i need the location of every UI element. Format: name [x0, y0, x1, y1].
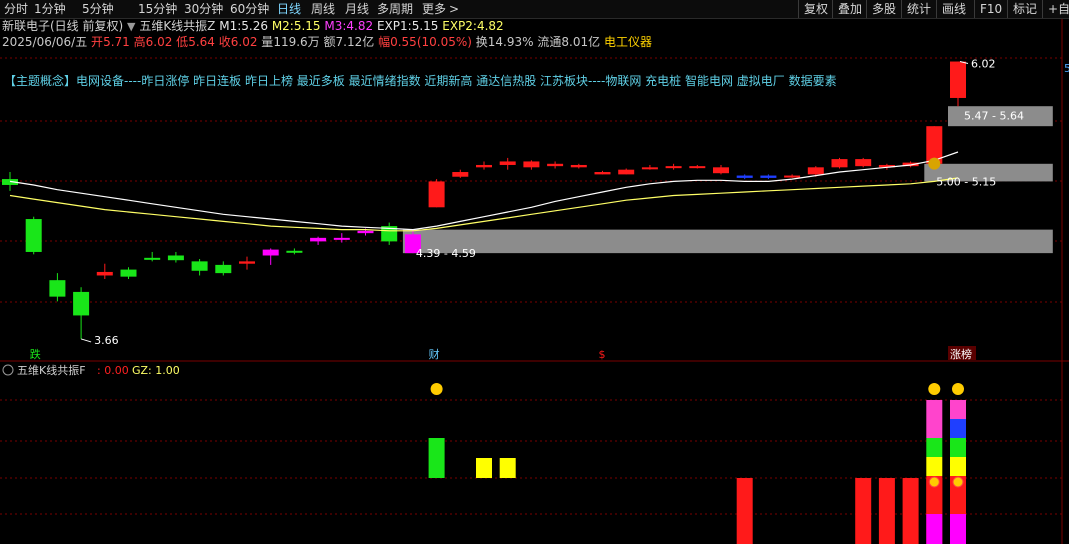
marker-cai: 财: [429, 347, 440, 361]
candle-body: [476, 164, 492, 168]
smiley-icon: [952, 383, 964, 395]
sub-stack-segment: [950, 457, 966, 476]
chart-grid: [0, 19, 1069, 544]
candle-body: [736, 175, 753, 178]
sub-title: 五维K线共振F: [17, 363, 86, 377]
sub-bar-bottom: [736, 478, 753, 544]
sub-stack-segment: [950, 438, 966, 457]
candle-body: [452, 172, 469, 177]
zone-top-label: 5.47 - 5.64: [964, 110, 1024, 123]
candle-body: [144, 257, 161, 260]
sub-collapse-icon: [2, 364, 14, 376]
zone-low-label: 4.39 - 4.59: [416, 247, 476, 260]
sub-stack-segment: [950, 495, 966, 514]
smiley-icon: [928, 383, 941, 395]
candle-body: [594, 172, 611, 175]
sub-stack-segment: [926, 419, 943, 438]
sub-stack-segment: [950, 514, 966, 544]
stock-chart-window: 分时 1分钟 5分钟 15分钟 30分钟 60分钟 日线 周线 月线 多周期 更…: [0, 0, 1069, 544]
sub-bar-bottom: [855, 478, 872, 544]
candle-body: [665, 166, 682, 169]
sub-stack-segment: [926, 495, 943, 514]
zone-mid-label: 5.00 - 5.15: [936, 175, 996, 188]
sub-bar-bottom: [902, 478, 919, 544]
sub-bar-bottom: [878, 478, 895, 544]
candle-body: [689, 166, 706, 169]
sub-bar-top: [428, 438, 445, 478]
marker-zhangbang: 涨榜: [950, 347, 972, 361]
high-price-label: 6.02: [971, 58, 996, 71]
candle-body: [286, 250, 303, 253]
sub-indicator-panel: 五维K线共振F : 0.00 GZ: 1.00: [2, 363, 966, 544]
flower-icon: [928, 476, 940, 488]
sub-bar-top: [499, 458, 516, 478]
candle-body: [547, 163, 564, 167]
money-bag-icon: [928, 157, 941, 170]
candle-body: [262, 249, 279, 256]
candle-body: [523, 161, 540, 168]
candle-body: [239, 261, 255, 264]
candle-body: [784, 175, 801, 178]
candle-body: [499, 161, 516, 165]
candle-body: [831, 159, 848, 168]
candle-body: [120, 269, 137, 277]
sub-stack-segment: [926, 514, 943, 544]
candle-body: [96, 271, 113, 276]
candle-body: [641, 167, 658, 170]
candle-body: [333, 237, 350, 240]
sub-gz-value: GZ: 1.00: [132, 364, 180, 377]
smiley-icon: [430, 383, 443, 395]
low-price-label: 3.66: [94, 334, 119, 347]
candle-body: [950, 61, 966, 98]
sub-bar-top: [476, 458, 492, 478]
candle-body: [73, 291, 90, 316]
candle-body: [49, 280, 66, 297]
candle-body: [760, 175, 777, 178]
flower-icon: [952, 476, 964, 488]
candle-body: [713, 167, 729, 174]
candle-body: [807, 167, 824, 175]
candle-body: [618, 169, 635, 175]
candle-body: [428, 181, 445, 208]
low-price-pointer: [80, 338, 92, 343]
sub-stack-segment: [926, 438, 943, 457]
right-edge-tag: 5: [1064, 62, 1069, 75]
marker-die: 跌: [30, 347, 41, 361]
candle-body: [191, 261, 208, 271]
candle-body: [570, 164, 587, 168]
candle-body: [167, 255, 184, 261]
sub-stack-segment: [926, 457, 943, 476]
candle-body: [357, 230, 374, 234]
sub-stack-segment: [950, 400, 966, 419]
sub-stack-segment: [926, 400, 943, 419]
candles: [2, 61, 966, 339]
candle-body: [215, 264, 232, 274]
candle-body: [310, 237, 327, 242]
sub-f-value: : 0.00: [97, 364, 129, 377]
marker-dollar: $: [599, 348, 606, 361]
zone-low-band: [402, 229, 1053, 254]
candle-body: [25, 219, 42, 252]
kline-chart[interactable]: 6.02 3.66 5.47 - 5.64 5.00 - 5.15 4.39 - 4.5…: [0, 0, 1069, 544]
sub-stack-segment: [950, 419, 966, 438]
candle-body: [855, 159, 872, 167]
